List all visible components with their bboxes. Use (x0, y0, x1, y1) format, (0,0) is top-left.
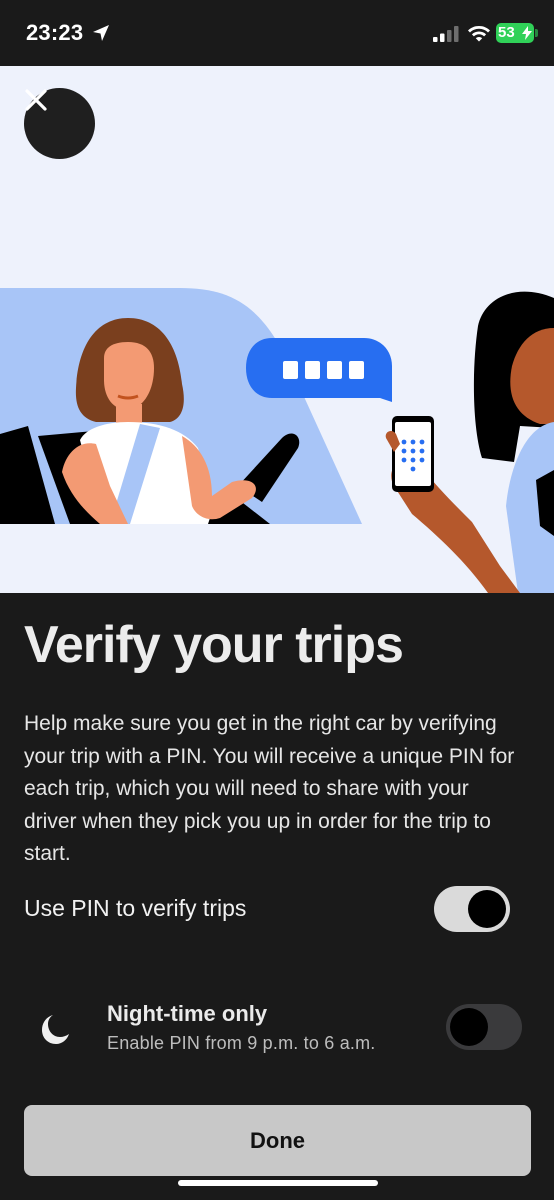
battery-level: 53 (498, 24, 515, 41)
verify-trips-panel: Verify your trips Help make sure you get… (0, 593, 554, 1200)
night-time-title: Night-time only (107, 1001, 268, 1026)
hero-illustration (0, 66, 554, 593)
signal-icon (433, 26, 459, 42)
battery-indicator: 53 (496, 23, 534, 43)
night-time-subtitle: Enable PIN from 9 p.m. to 6 a.m. (107, 1033, 376, 1053)
use-pin-label: Use PIN to verify trips (24, 895, 247, 921)
moon-icon (42, 1015, 69, 1044)
page-title: Verify your trips (24, 616, 404, 674)
use-pin-toggle[interactable] (434, 886, 510, 932)
night-time-toggle[interactable] (446, 1004, 522, 1050)
home-indicator (178, 1180, 378, 1186)
toggle-knob (450, 1008, 488, 1046)
toggle-knob (468, 890, 506, 928)
close-icon (25, 89, 47, 111)
close-button[interactable] (24, 88, 95, 159)
status-time: 23:23 (26, 20, 84, 45)
done-button[interactable]: Done (24, 1105, 531, 1176)
battery-charging-icon (522, 26, 532, 40)
wifi-icon (468, 26, 490, 42)
status-bar: 23:23 53 (0, 0, 554, 66)
description-text: Help make sure you get in the right car … (24, 712, 515, 865)
battery-cap (535, 29, 538, 37)
location-arrow-icon (93, 25, 109, 41)
